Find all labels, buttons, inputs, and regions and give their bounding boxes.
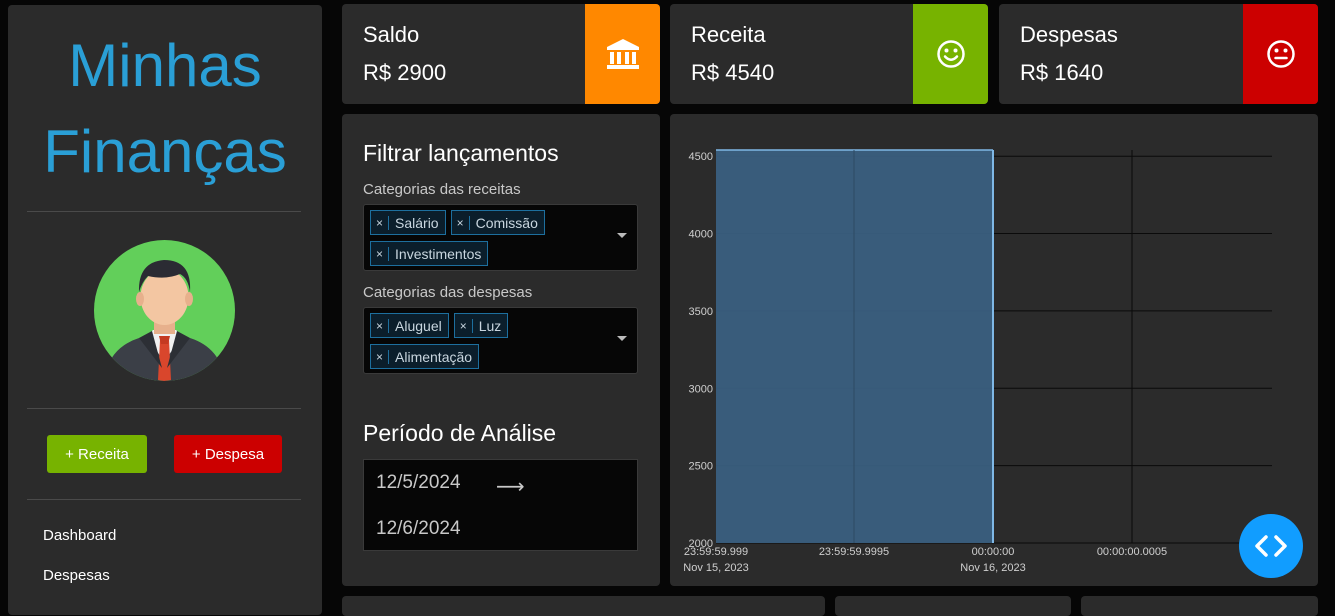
x-tick-label: 00:00:00.0005 <box>1097 546 1167 558</box>
arrow-right-icon: ⟶ <box>496 476 525 498</box>
card-value: R$ 2900 <box>363 60 447 85</box>
x-tick-label: Nov 15, 2023 <box>683 562 748 574</box>
x-tick-label: 23:59:59.999 <box>684 546 748 558</box>
balance-chart[interactable]: 45004000350030002500200023:59:59.999Nov … <box>670 114 1318 586</box>
x-tick-label: 23:59:59.9995 <box>819 546 889 558</box>
card-title: Receita <box>691 22 766 47</box>
remove-tag-icon[interactable]: × <box>371 215 390 230</box>
sidebar: Minhas Finanças + Receita + Despesa Dash… <box>8 5 322 615</box>
remove-tag-icon[interactable]: × <box>371 318 390 333</box>
nav-item-despesas[interactable]: Despesas <box>43 567 110 584</box>
avatar <box>94 240 235 381</box>
divider <box>27 211 301 212</box>
filter-title: Filtrar lançamentos <box>363 140 559 166</box>
app-title-line1: Minhas <box>68 32 262 99</box>
remove-tag-icon[interactable]: × <box>371 246 390 261</box>
receitas-select[interactable]: × Salário × Comissão × Investimentos <box>363 204 638 271</box>
y-tick-label: 4500 <box>689 151 713 163</box>
chevron-down-icon[interactable] <box>617 336 627 341</box>
neutral-face-icon <box>1243 4 1318 104</box>
remove-tag-icon[interactable]: × <box>455 318 473 333</box>
x-tick-label: Nov 16, 2023 <box>960 562 1025 574</box>
tag-salario: × Salário <box>370 210 446 235</box>
chevron-down-icon[interactable] <box>617 233 627 238</box>
x-tick-label: 00:00:00 <box>972 546 1015 558</box>
app-title: Minhas Finanças <box>8 23 322 195</box>
card-despesas: Despesas R$ 1640 <box>999 4 1318 104</box>
card-receita: Receita R$ 4540 <box>670 4 988 104</box>
y-tick-label: 2500 <box>689 461 713 473</box>
nav-item-dashboard[interactable]: Dashboard <box>43 527 116 544</box>
y-tick-label: 3500 <box>689 306 713 318</box>
remove-tag-icon[interactable]: × <box>452 215 470 230</box>
end-date-input[interactable]: 12/6/2024 <box>376 518 461 540</box>
divider <box>27 499 301 500</box>
card-value: R$ 4540 <box>691 60 775 85</box>
date-range-picker: 12/5/2024 ⟶ 12/6/2024 <box>363 459 638 551</box>
tag-investimentos: × Investimentos <box>370 241 489 266</box>
person-icon <box>104 260 225 381</box>
panel <box>835 596 1071 616</box>
tag-aluguel: × Aluguel <box>370 313 449 338</box>
card-saldo: Saldo R$ 2900 <box>342 4 660 104</box>
period-title: Período de Análise <box>363 420 557 446</box>
receitas-label: Categorias das receitas <box>363 181 521 198</box>
chart-panel: 4500 4000 3500 3000 2500 2000 23:59:59.999 Nov … <box>670 114 1318 586</box>
panel <box>342 596 825 616</box>
card-title: Despesas <box>1020 22 1118 47</box>
tag-comissao: × Comissão <box>450 210 545 235</box>
despesas-select[interactable]: × Aluguel × Luz × Alimentação <box>363 307 638 374</box>
add-receita-button[interactable]: + Receita <box>47 435 147 473</box>
y-tick-label: 4000 <box>689 229 713 241</box>
smile-icon <box>913 4 988 104</box>
card-title: Saldo <box>363 22 420 47</box>
tag-luz: × Luz <box>453 313 509 338</box>
remove-tag-icon[interactable]: × <box>371 349 390 364</box>
tag-alimentacao: × Alimentação <box>370 344 480 369</box>
code-toggle-button[interactable] <box>1239 514 1303 578</box>
despesas-label: Categorias das despesas <box>363 284 533 301</box>
start-date-input[interactable]: 12/5/2024 <box>376 472 461 494</box>
bank-icon <box>585 4 660 104</box>
app-title-line2: Finanças <box>43 118 287 185</box>
y-tick-label: 3000 <box>689 383 713 395</box>
add-despesa-button[interactable]: + Despesa <box>174 435 282 473</box>
code-icon <box>1255 535 1287 557</box>
filter-panel: Filtrar lançamentos Categorias das recei… <box>342 114 660 586</box>
divider <box>27 408 301 409</box>
card-value: R$ 1640 <box>1020 60 1104 85</box>
panel <box>1081 596 1318 616</box>
